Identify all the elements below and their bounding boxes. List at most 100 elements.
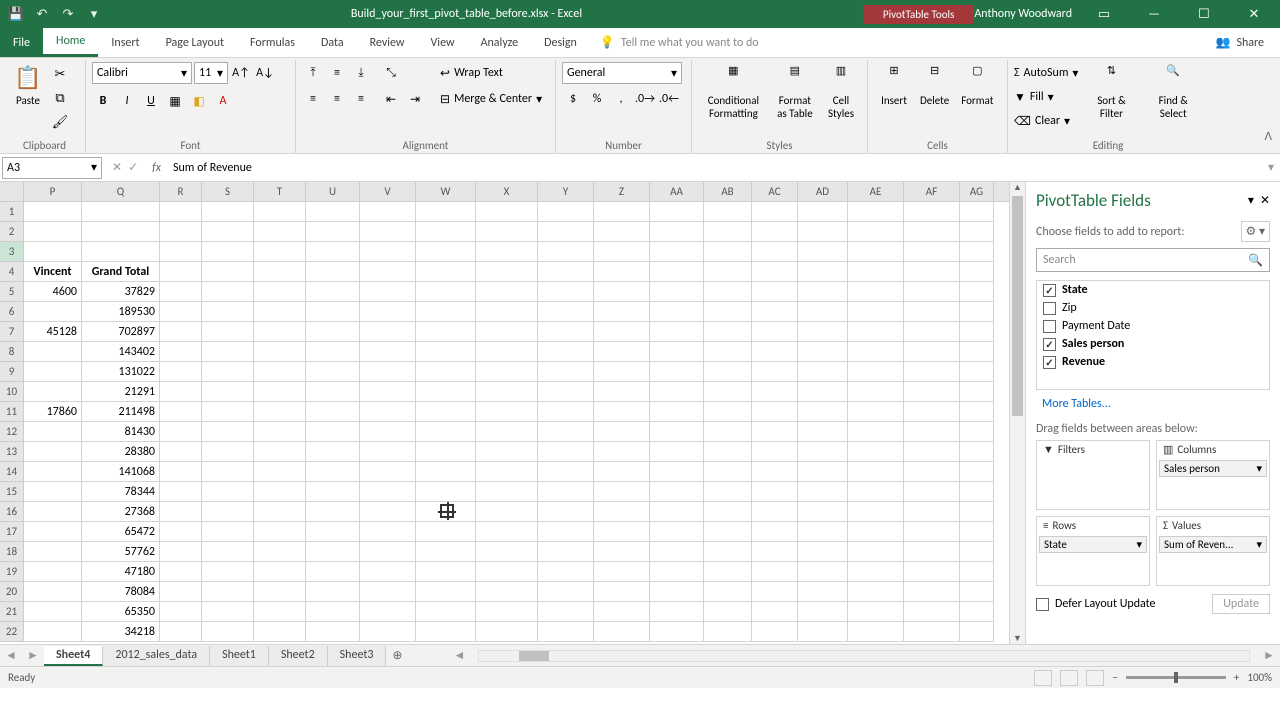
cell[interactable] xyxy=(254,542,306,562)
cell[interactable] xyxy=(82,202,160,222)
cell[interactable] xyxy=(360,482,416,502)
cell[interactable] xyxy=(960,542,994,562)
cell[interactable] xyxy=(254,582,306,602)
cell[interactable] xyxy=(650,302,704,322)
column-header[interactable]: AF xyxy=(904,182,960,201)
cell[interactable] xyxy=(848,262,904,282)
align-bottom-icon[interactable]: ⤓ xyxy=(350,62,372,84)
cell[interactable] xyxy=(904,482,960,502)
cell[interactable] xyxy=(160,622,202,642)
column-header[interactable]: S xyxy=(202,182,254,201)
cell[interactable] xyxy=(306,422,360,442)
column-header[interactable]: X xyxy=(476,182,538,201)
cell[interactable] xyxy=(476,362,538,382)
sheet-tab[interactable]: Sheet2 xyxy=(269,646,328,666)
hscroll-right-icon[interactable]: ► xyxy=(1258,648,1280,663)
cell[interactable] xyxy=(798,462,848,482)
tab-nav-prev-icon[interactable]: ◄ xyxy=(0,648,22,663)
cell[interactable] xyxy=(24,422,82,442)
cell[interactable] xyxy=(306,562,360,582)
row-header[interactable]: 18 xyxy=(0,542,24,562)
row-header[interactable]: 8 xyxy=(0,342,24,362)
cell[interactable] xyxy=(960,602,994,622)
row-header[interactable]: 7 xyxy=(0,322,24,342)
cell[interactable] xyxy=(848,282,904,302)
font-name-select[interactable]: Calibri▾ xyxy=(92,62,192,84)
cell[interactable] xyxy=(960,522,994,542)
field-list-item[interactable]: ✓State xyxy=(1037,281,1269,299)
cell[interactable]: 17860 xyxy=(24,402,82,422)
row-header[interactable]: 14 xyxy=(0,462,24,482)
cell[interactable] xyxy=(476,522,538,542)
cell[interactable] xyxy=(798,242,848,262)
cell[interactable] xyxy=(704,282,752,302)
cell[interactable] xyxy=(904,222,960,242)
cell[interactable] xyxy=(704,222,752,242)
cell[interactable] xyxy=(160,222,202,242)
cell[interactable] xyxy=(594,282,650,302)
normal-view-icon[interactable] xyxy=(1034,670,1052,686)
row-header[interactable]: 17 xyxy=(0,522,24,542)
cell[interactable] xyxy=(254,462,306,482)
cell[interactable] xyxy=(848,242,904,262)
cell[interactable] xyxy=(960,322,994,342)
cell[interactable] xyxy=(752,422,798,442)
cell[interactable] xyxy=(160,262,202,282)
cell[interactable] xyxy=(360,602,416,622)
cell[interactable] xyxy=(704,502,752,522)
comma-icon[interactable]: , xyxy=(610,88,632,110)
cell[interactable] xyxy=(752,262,798,282)
cell[interactable] xyxy=(476,462,538,482)
cell[interactable] xyxy=(202,462,254,482)
cell[interactable] xyxy=(960,302,994,322)
cell[interactable] xyxy=(650,622,704,642)
cell[interactable] xyxy=(594,542,650,562)
cell[interactable] xyxy=(650,262,704,282)
cell[interactable]: 702897 xyxy=(82,322,160,342)
cell[interactable] xyxy=(538,522,594,542)
cell[interactable] xyxy=(904,382,960,402)
maximize-button[interactable]: ☐ xyxy=(1186,0,1222,28)
cell[interactable] xyxy=(160,362,202,382)
cell[interactable] xyxy=(538,202,594,222)
cell[interactable]: 34218 xyxy=(82,622,160,642)
scroll-down-icon[interactable]: ▼ xyxy=(1010,633,1025,644)
cell[interactable] xyxy=(960,282,994,302)
cell[interactable] xyxy=(650,342,704,362)
cell[interactable] xyxy=(360,302,416,322)
cell[interactable] xyxy=(202,382,254,402)
find-select-button[interactable]: 🔍 Find & Select xyxy=(1144,62,1202,132)
cell[interactable]: 37829 xyxy=(82,282,160,302)
clear-button[interactable]: ⌫Clear▾ xyxy=(1014,110,1078,132)
cell[interactable] xyxy=(904,502,960,522)
cell[interactable] xyxy=(752,202,798,222)
cell[interactable] xyxy=(476,422,538,442)
cell[interactable] xyxy=(202,422,254,442)
cell[interactable] xyxy=(360,462,416,482)
cell[interactable] xyxy=(752,282,798,302)
cell[interactable] xyxy=(704,302,752,322)
cell[interactable] xyxy=(306,542,360,562)
cell[interactable]: 4600 xyxy=(24,282,82,302)
page-break-view-icon[interactable] xyxy=(1086,670,1104,686)
autosum-button[interactable]: ΣAutoSum▾ xyxy=(1014,62,1078,84)
cell[interactable] xyxy=(202,262,254,282)
format-painter-icon[interactable]: 🖌 xyxy=(50,112,70,132)
field-list[interactable]: ✓StateZipPayment Date✓Sales person✓Reven… xyxy=(1036,280,1270,390)
cell[interactable] xyxy=(360,442,416,462)
decrease-decimal-icon[interactable]: .0← xyxy=(658,88,680,110)
cell[interactable] xyxy=(848,562,904,582)
cell[interactable] xyxy=(594,462,650,482)
cell[interactable] xyxy=(594,582,650,602)
cell[interactable] xyxy=(360,622,416,642)
align-top-icon[interactable]: ⤒ xyxy=(302,62,324,84)
cell[interactable] xyxy=(798,522,848,542)
zoom-out-icon[interactable]: − xyxy=(1112,671,1117,684)
cell[interactable] xyxy=(360,262,416,282)
cell[interactable] xyxy=(360,402,416,422)
cell[interactable] xyxy=(360,342,416,362)
cell[interactable] xyxy=(476,262,538,282)
cell[interactable] xyxy=(306,582,360,602)
layout-gear-icon[interactable]: ⚙ ▾ xyxy=(1241,221,1271,242)
cell[interactable] xyxy=(160,602,202,622)
